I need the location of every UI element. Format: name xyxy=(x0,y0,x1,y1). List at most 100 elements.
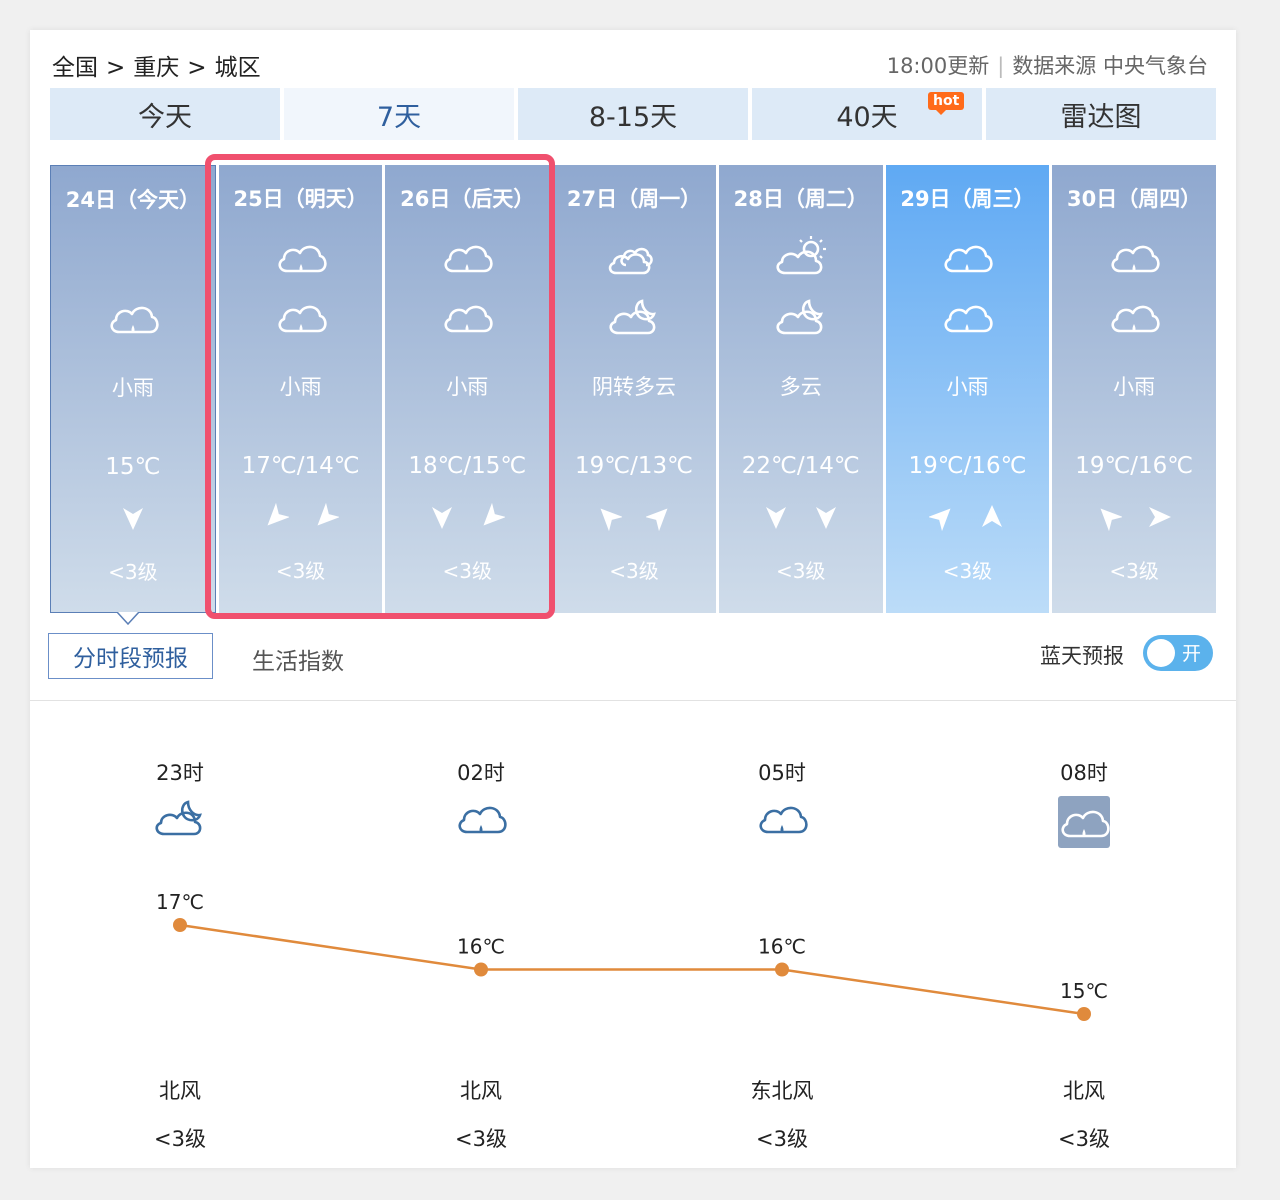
temperature-point xyxy=(173,918,187,932)
temperature-range: 19℃/16℃ xyxy=(1075,453,1194,479)
hot-badge: hot xyxy=(928,92,965,115)
day-card[interactable]: 24日（今天） 小雨 15℃ <3级 xyxy=(50,165,216,625)
day-date: 26日（后天） xyxy=(400,187,535,211)
overcast-icon xyxy=(608,247,653,275)
wind-level: <3级 xyxy=(942,559,993,583)
tab-40-days-label: 40天 xyxy=(836,101,898,133)
temperature-label: 16℃ xyxy=(457,935,505,959)
wind-level: <3级 xyxy=(1109,559,1159,583)
toggle-knob xyxy=(1147,639,1175,667)
wind-direction-label: 北风 xyxy=(460,1079,502,1103)
day-card[interactable]: 29日（周三） 小雨 19℃/16℃ <3级 xyxy=(885,165,1050,613)
wind-directions xyxy=(552,503,716,531)
seven-day-forecast: 24日（今天） 小雨 15℃ <3级 25日（明天） 小雨 17℃/14℃ <3级 26日（… xyxy=(50,165,1217,625)
day-card[interactable]: 30日（周四） 小雨 19℃/16℃ <3级 xyxy=(1052,165,1217,613)
cloud-rain-icon xyxy=(944,245,994,273)
breadcrumb-separator: > xyxy=(187,55,207,81)
weather-condition: 小雨 xyxy=(279,375,322,399)
cloud-rain-icon xyxy=(110,306,159,334)
temperature-point xyxy=(775,962,789,977)
day-card[interactable]: 25日（明天） 小雨 17℃/14℃ <3级 xyxy=(218,165,383,613)
tab-radar[interactable]: 雷达图 xyxy=(986,88,1216,140)
partly-cloudy-night-icon xyxy=(609,299,656,335)
wind-direction-icon xyxy=(600,508,623,531)
hourly-temperature-chart: 23时 17℃ 北风 <3级 02时 16℃ 北风 <3级 05时 16℃ 东北风 <3级 08时… xyxy=(154,761,1110,1151)
temperature-label: 17℃ xyxy=(156,890,204,914)
wind-direction-icon xyxy=(1149,507,1172,527)
wind-level: <3级 xyxy=(108,560,158,584)
temperature-point xyxy=(1077,1007,1091,1021)
temperature-range: 17℃/14℃ xyxy=(241,453,360,479)
wind-direction-icon xyxy=(483,503,506,526)
day-card[interactable]: 28日（周二） 多云 22℃/14℃ <3级 xyxy=(718,165,883,613)
breadcrumb-country[interactable]: 全国 xyxy=(52,55,98,81)
sky-forecast-toggle[interactable]: 开 xyxy=(1143,635,1213,671)
day-card[interactable]: 26日（后天） 小雨 18℃/15℃ <3级 xyxy=(385,165,550,613)
wind-direction-label: 北风 xyxy=(1063,1079,1105,1103)
cloud-rain-icon xyxy=(1058,796,1110,848)
temperature-label: 15℃ xyxy=(1060,979,1108,1003)
weather-condition: 小雨 xyxy=(446,375,489,399)
update-time: 18:00更新 xyxy=(886,54,990,78)
day-date: 24日（今天） xyxy=(65,188,200,212)
wind-level-label: <3级 xyxy=(1058,1127,1110,1151)
breadcrumb-district: 城区 xyxy=(214,55,261,81)
wind-level: <3级 xyxy=(609,559,659,583)
temperature-range: 15℃ xyxy=(105,454,161,480)
breadcrumb-separator: > xyxy=(106,55,126,81)
tab-8-15-days[interactable]: 8-15天 xyxy=(518,88,748,140)
day-date: 30日（周四） xyxy=(1067,187,1202,211)
hour-label: 23时 xyxy=(156,761,204,785)
cloud-rain-icon xyxy=(278,245,327,273)
tab-today[interactable]: 今天 xyxy=(50,88,280,140)
temperature-range: 19℃/16℃ xyxy=(908,453,1027,479)
update-info: 18:00更新 | 数据来源 中央气象台 xyxy=(887,50,1208,80)
temperature-line xyxy=(179,923,1085,1016)
day-date: 28日（周二） xyxy=(733,187,868,211)
tab-40-days[interactable]: 40天 hot xyxy=(752,88,982,140)
tab-hourly-forecast[interactable]: 分时段预报 xyxy=(48,633,213,679)
weather-condition: 小雨 xyxy=(946,375,989,399)
temperature-label: 16℃ xyxy=(758,935,806,959)
partly-cloudy-night-icon xyxy=(155,800,202,836)
wind-direction-icon xyxy=(765,507,786,529)
wind-level: <3级 xyxy=(775,559,826,583)
temperature-range: 19℃/13℃ xyxy=(575,453,693,479)
day-card[interactable]: 27日（周一） 阴转多云 19℃/13℃ <3级 xyxy=(552,165,716,613)
wind-direction-icon xyxy=(815,507,836,529)
day-date: 25日（明天） xyxy=(233,187,368,211)
wind-direction-label: 北风 xyxy=(159,1079,201,1103)
toggle-label: 开 xyxy=(1181,643,1201,665)
wind-directions xyxy=(1052,503,1216,531)
wind-level-label: <3级 xyxy=(455,1127,507,1151)
hour-label: 08时 xyxy=(1060,761,1108,785)
partly-cloudy-night-icon xyxy=(776,299,823,335)
wind-direction-label: 东北风 xyxy=(751,1079,814,1103)
wind-directions xyxy=(385,503,549,531)
partly-cloudy-day-icon xyxy=(776,236,826,275)
day-date: 29日（周三） xyxy=(900,187,1035,211)
cloud-rain-icon xyxy=(278,305,327,333)
cloud-rain-icon xyxy=(444,305,493,333)
wind-directions xyxy=(719,503,883,531)
tab-7-days[interactable]: 7天 xyxy=(284,88,514,140)
wind-direction-icon xyxy=(982,505,1003,527)
wind-directions xyxy=(886,503,1050,531)
tab-life-index[interactable]: 生活指数 xyxy=(252,642,344,676)
weather-condition: 小雨 xyxy=(111,376,154,400)
cloud-rain-icon xyxy=(1111,245,1160,273)
divider: | xyxy=(997,54,1005,78)
wind-direction-icon xyxy=(122,508,143,530)
hour-label: 02时 xyxy=(457,761,505,785)
sky-forecast-label: 蓝天预报 xyxy=(1040,644,1124,668)
weather-condition: 多云 xyxy=(779,375,822,399)
weather-condition: 阴转多云 xyxy=(592,375,677,399)
wind-direction-icon xyxy=(432,507,453,529)
temperature-range: 18℃/15℃ xyxy=(408,453,527,479)
cloud-rain-icon xyxy=(1111,305,1160,333)
cloud-rain-icon xyxy=(944,305,994,333)
wind-direction-icon xyxy=(646,508,668,531)
cloud-rain-icon xyxy=(458,806,507,834)
cloud-rain-icon xyxy=(759,806,808,834)
breadcrumb-city[interactable]: 重庆 xyxy=(133,55,179,81)
